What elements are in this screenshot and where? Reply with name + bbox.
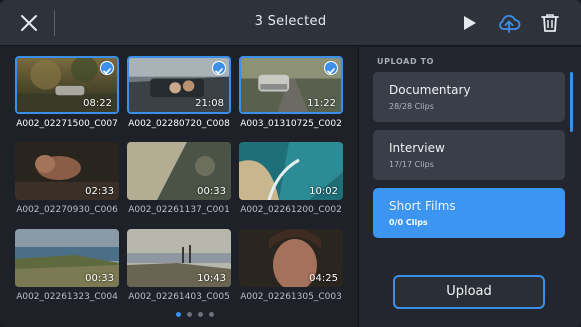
clip-name: A002_02261305_C003: [240, 292, 342, 302]
clip-duration: 10:43: [197, 273, 226, 284]
clip-grid: 08:22 A002_02271500_C007 21:08 A002_0228…: [0, 47, 358, 327]
clip-duration: 11:22: [307, 98, 336, 109]
selected-check: [324, 61, 338, 75]
upload-to-heading: UPLOAD TO: [377, 57, 435, 66]
clip-duration: 04:25: [309, 273, 338, 284]
clip-duration: 00:33: [85, 273, 114, 284]
upload-button[interactable]: Upload: [393, 275, 545, 309]
destination-scrollbar[interactable]: [570, 72, 573, 132]
destination-clip-count: 17/17 Clips: [389, 160, 434, 169]
clip-thumbnail[interactable]: 00:33: [127, 142, 231, 200]
checkmark-icon: [103, 68, 111, 75]
clip-thumbnail[interactable]: 11:22: [239, 56, 343, 114]
clip-duration: 00:33: [197, 186, 226, 197]
play-icon: [464, 16, 476, 30]
clip-thumbnail[interactable]: 00:33: [15, 229, 119, 287]
clip-thumbnail[interactable]: 04:25: [239, 229, 343, 287]
page-indicator: [176, 312, 216, 318]
destination-clip-count: 28/28 Clips: [389, 102, 434, 111]
page-dot[interactable]: [176, 312, 181, 317]
clip-thumbnail[interactable]: 08:22: [15, 56, 119, 114]
checkmark-icon: [327, 68, 335, 75]
top-bar: 3 Selected: [0, 0, 581, 46]
page-dot[interactable]: [209, 312, 214, 317]
clip-duration: 08:22: [83, 98, 112, 109]
destination-name: Interview: [389, 141, 445, 155]
destination-documentary[interactable]: Documentary 28/28 Clips: [373, 72, 565, 122]
page-dot[interactable]: [198, 312, 203, 317]
clip-duration: 10:02: [309, 186, 338, 197]
destination-short-films[interactable]: Short Films 0/0 Clips: [373, 188, 565, 238]
clip-name: A003_01310725_C002: [240, 119, 342, 129]
upload-panel: UPLOAD TO Documentary 28/28 Clips Interv…: [358, 47, 581, 327]
clip-name: A002_02271500_C007: [16, 119, 118, 129]
app-window: 3 Selected 08:22 A002_02271500_C007 21:0…: [0, 0, 581, 327]
clip-thumbnail[interactable]: 10:02: [239, 142, 343, 200]
destination-name: Short Films: [389, 199, 456, 213]
clip-name: A002_02261323_C004: [16, 292, 118, 302]
selection-count-title: 3 Selected: [254, 14, 327, 29]
clip-thumbnail[interactable]: 10:43: [127, 229, 231, 287]
selected-check: [100, 61, 114, 75]
clip-name: A002_02261137_C001: [128, 205, 230, 215]
checkmark-icon: [215, 68, 223, 75]
destination-clip-count: 0/0 Clips: [389, 218, 428, 227]
clip-thumbnail[interactable]: 21:08: [127, 56, 231, 114]
delete-button[interactable]: [537, 10, 563, 36]
destination-name: Documentary: [389, 83, 471, 97]
cloud-upload-icon: [499, 14, 521, 33]
destination-interview[interactable]: Interview 17/17 Clips: [373, 130, 565, 180]
clip-name: A002_02261200_C002: [240, 205, 342, 215]
cloud-upload-button[interactable]: [496, 10, 522, 36]
clip-duration: 21:08: [195, 98, 224, 109]
clip-duration: 02:33: [85, 186, 114, 197]
play-button[interactable]: [456, 10, 482, 36]
clip-name: A002_02280720_C008: [128, 119, 230, 129]
clip-name: A002_02261403_C005: [128, 292, 230, 302]
clip-name: A002_02270930_C006: [16, 205, 118, 215]
selected-check: [212, 61, 226, 75]
trash-icon: [541, 14, 559, 32]
page-dot[interactable]: [187, 312, 192, 317]
clip-thumbnail[interactable]: 02:33: [15, 142, 119, 200]
